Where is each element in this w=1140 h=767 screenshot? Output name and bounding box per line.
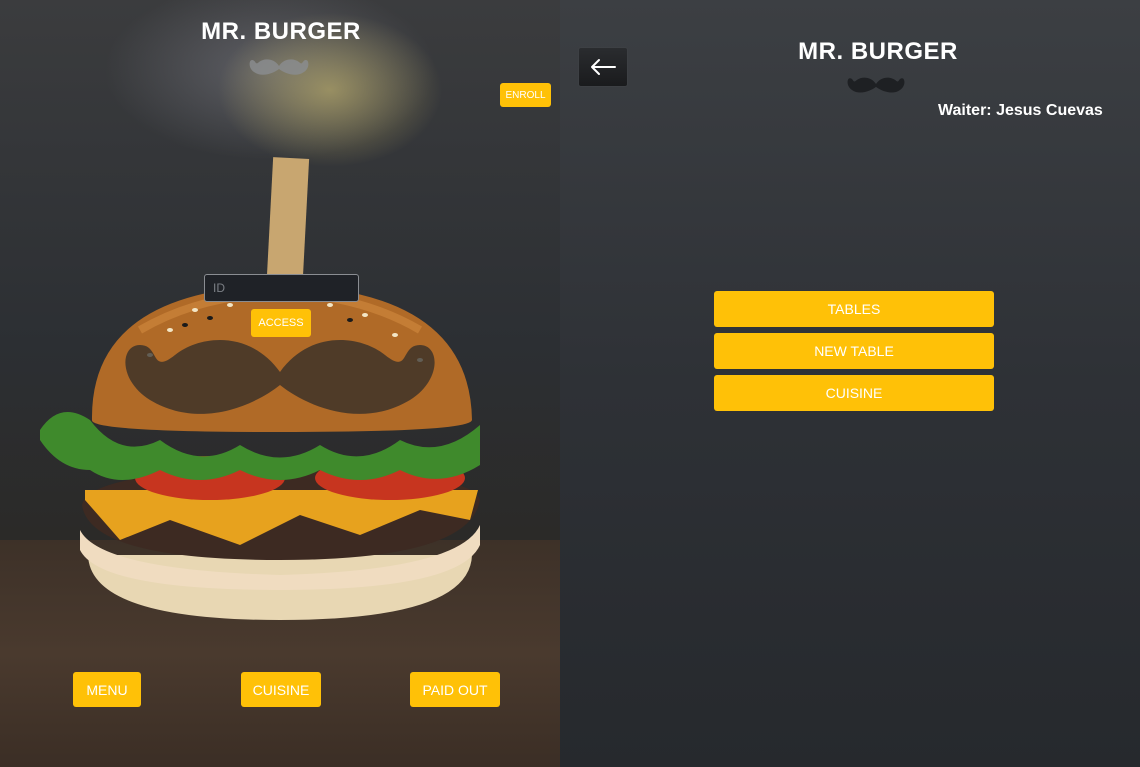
arrow-left-icon [591,59,616,75]
paid-out-button[interactable]: PAID OUT [410,672,500,707]
waiter-name: Waiter: Jesus Cuevas [938,102,1103,119]
mustache-icon [249,59,309,75]
access-button[interactable]: ACCESS [251,309,311,337]
login-panel: MR. BURGER ENROLL ACCESS MENU CUISINE PA… [0,0,560,767]
back-button[interactable] [578,47,628,87]
cuisine-button[interactable]: CUISINE [714,375,994,411]
app-title: MR. BURGER [798,38,958,65]
mustache-icon [847,77,905,93]
burger-photo [40,157,480,620]
app-title: MR. BURGER [201,18,361,45]
tables-button[interactable]: TABLES [714,291,994,327]
waiter-panel: MR. BURGER Waiter: Jesus Cuevas TABLES N… [560,0,1140,767]
id-input[interactable] [204,274,359,302]
menu-button[interactable]: MENU [73,672,141,707]
cuisine-button[interactable]: CUISINE [241,672,321,707]
new-table-button[interactable]: NEW TABLE [714,333,994,369]
enroll-button[interactable]: ENROLL [500,83,551,107]
